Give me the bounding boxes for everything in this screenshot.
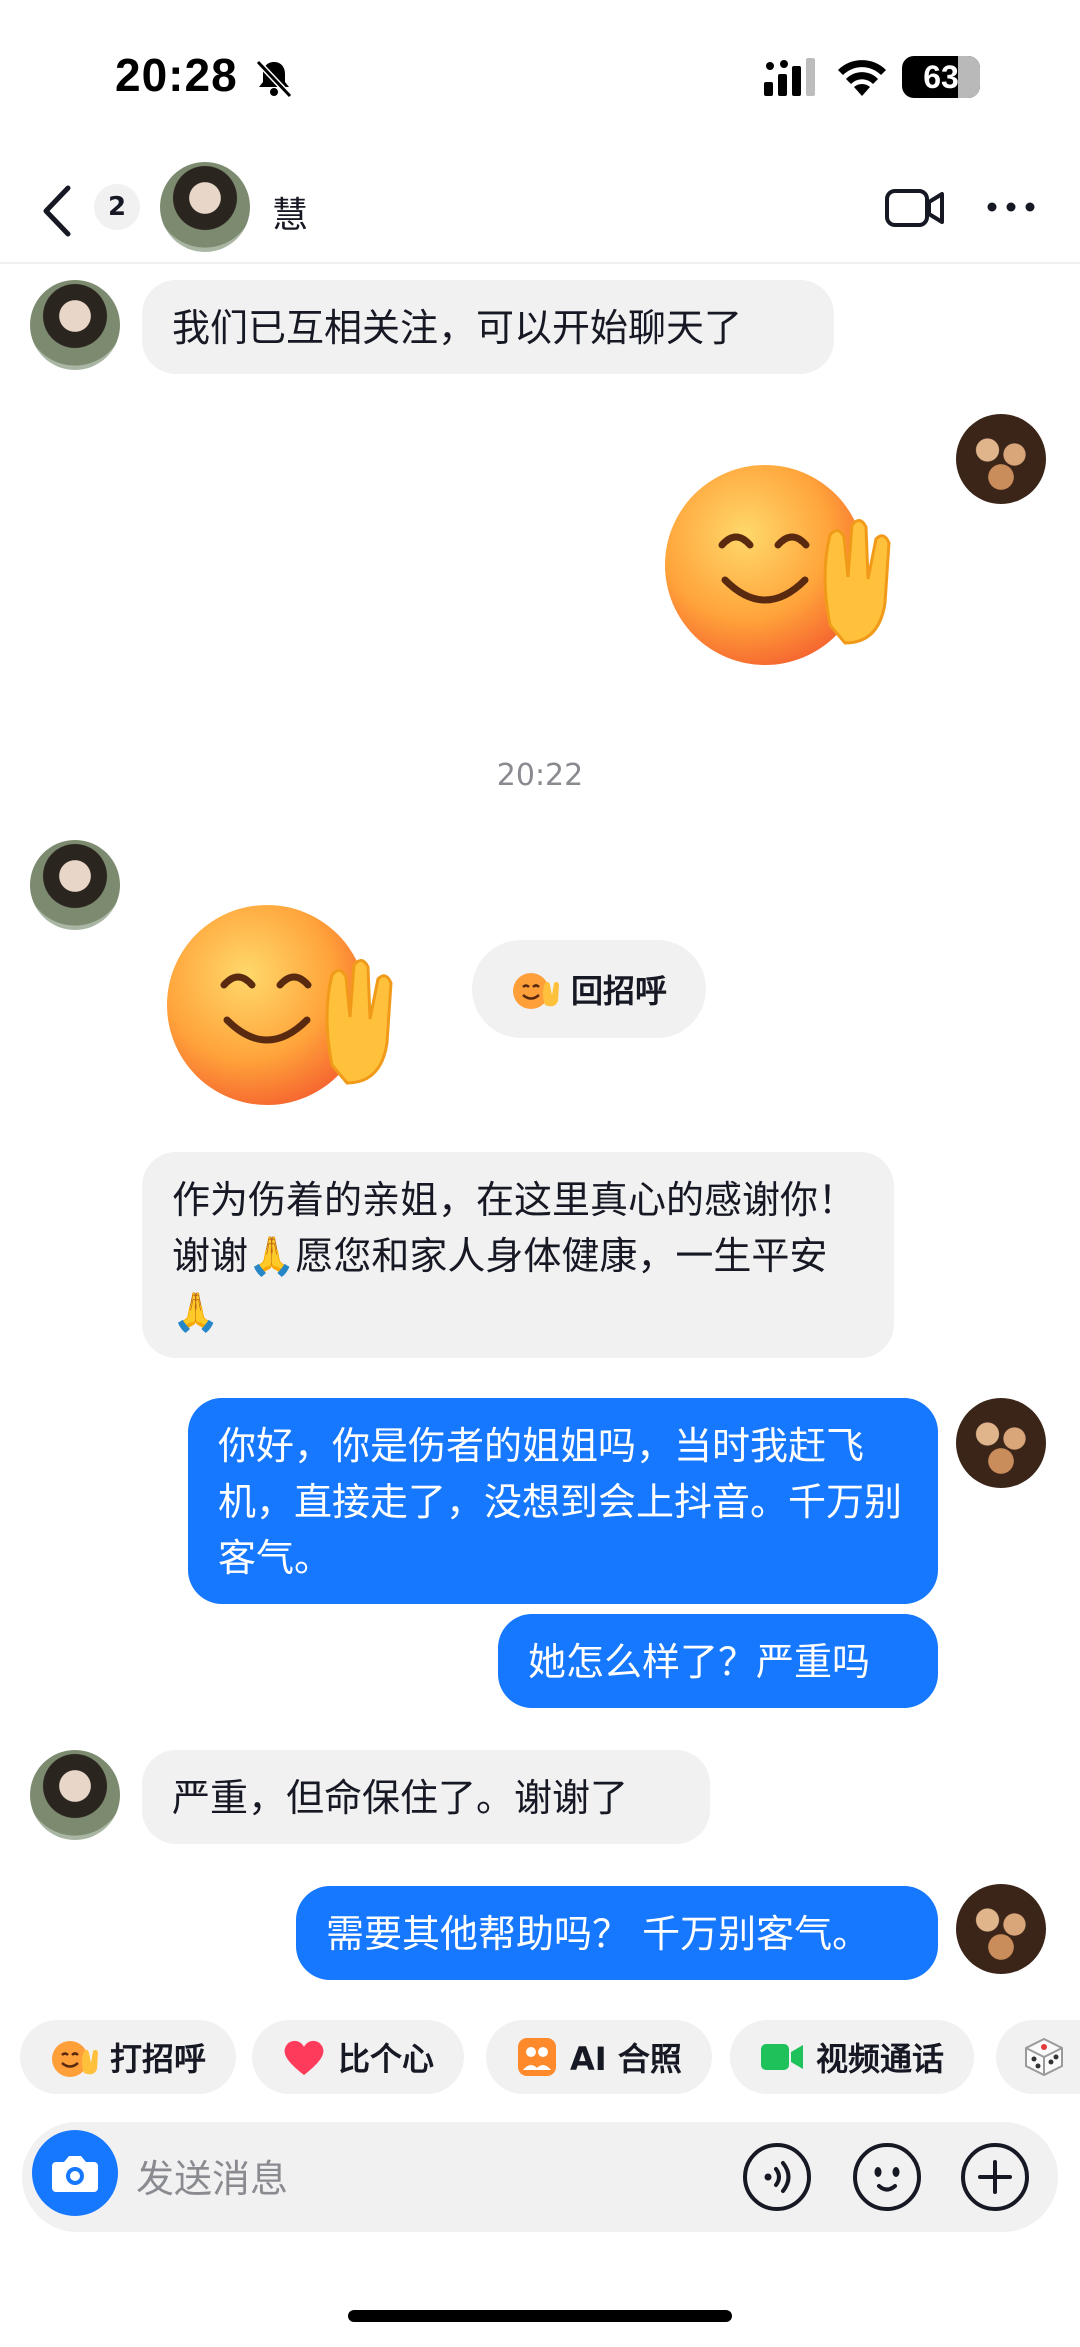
chip-label: 视频通话 [816, 2040, 945, 2078]
emoji-icon[interactable] [852, 2142, 922, 2212]
status-time: 20:28 [115, 49, 238, 101]
message-bubble-in[interactable]: 严重，但命保住了。谢谢了 [142, 1750, 710, 1844]
message-bubble-out[interactable]: 需要其他帮助吗？ 千万别客气。 [296, 1886, 938, 1980]
dice-icon [1025, 2037, 1063, 2077]
contact-avatar[interactable] [30, 280, 120, 370]
chip-label: 打招呼 [110, 2040, 207, 2078]
plus-icon[interactable] [960, 2142, 1030, 2212]
my-avatar[interactable] [956, 414, 1046, 504]
battery-indicator: 63 [902, 56, 980, 98]
contact-avatar[interactable] [30, 840, 120, 930]
wave-emoji-icon [52, 2041, 98, 2077]
chip-label: 比个心 [338, 2040, 435, 2078]
message-input[interactable]: 发送消息 [136, 2148, 288, 2203]
my-avatar[interactable] [956, 1884, 1046, 1974]
camera-icon [52, 2156, 98, 2192]
home-indicator [348, 2310, 732, 2322]
reply-greeting-button[interactable]: 回招呼 [472, 940, 706, 1038]
heart-icon [284, 2040, 324, 2075]
back-chevron-icon[interactable] [38, 184, 78, 238]
message-timestamp: 20:22 [496, 758, 584, 793]
quick-dice-chip[interactable] [996, 2020, 1080, 2094]
camera-button[interactable] [32, 2130, 118, 2216]
reply-chip-label: 回招呼 [570, 972, 667, 1010]
wave-emoji-icon [512, 973, 559, 1009]
wifi-icon [838, 60, 886, 96]
message-bubble-out[interactable]: 她怎么样了？严重吗 [498, 1614, 938, 1708]
contact-avatar[interactable] [30, 1750, 120, 1840]
header-divider [0, 262, 1080, 264]
contact-name[interactable]: 慧 [272, 186, 308, 238]
chip-label: AI 合照 [570, 2040, 682, 2078]
message-bubble-in[interactable]: 作为伤着的亲姐，在这里真心的感谢你！谢谢🙏愿您和家人身体健康，一生平安🙏 [142, 1152, 894, 1358]
quick-heart-chip[interactable]: 比个心 [252, 2020, 465, 2094]
voice-icon[interactable] [742, 2142, 812, 2212]
ai-photo-icon [518, 2038, 556, 2076]
signal-icon [764, 58, 815, 96]
video-call-icon [761, 2044, 803, 2070]
message-bubble-in[interactable]: 我们已互相关注，可以开始聊天了 [142, 280, 834, 374]
quick-video-call-chip[interactable]: 视频通话 [730, 2020, 975, 2094]
contact-avatar[interactable] [160, 162, 250, 252]
quick-ai-photo-chip[interactable]: AI 合照 [486, 2020, 712, 2094]
my-avatar[interactable] [956, 1398, 1046, 1488]
video-call-icon[interactable] [884, 186, 946, 230]
quick-greet-chip[interactable]: 打招呼 [20, 2020, 237, 2094]
more-icon[interactable] [986, 192, 1036, 222]
message-bubble-out[interactable]: 你好，你是伤者的姐姐吗，当时我赶飞机，直接走了，没想到会上抖音。千万别客气。 [188, 1398, 938, 1604]
bell-muted-icon [255, 59, 293, 99]
smile-wave-emoji[interactable] [660, 440, 900, 680]
unread-badge[interactable]: 2 [94, 184, 140, 230]
smile-wave-emoji[interactable] [162, 880, 402, 1120]
